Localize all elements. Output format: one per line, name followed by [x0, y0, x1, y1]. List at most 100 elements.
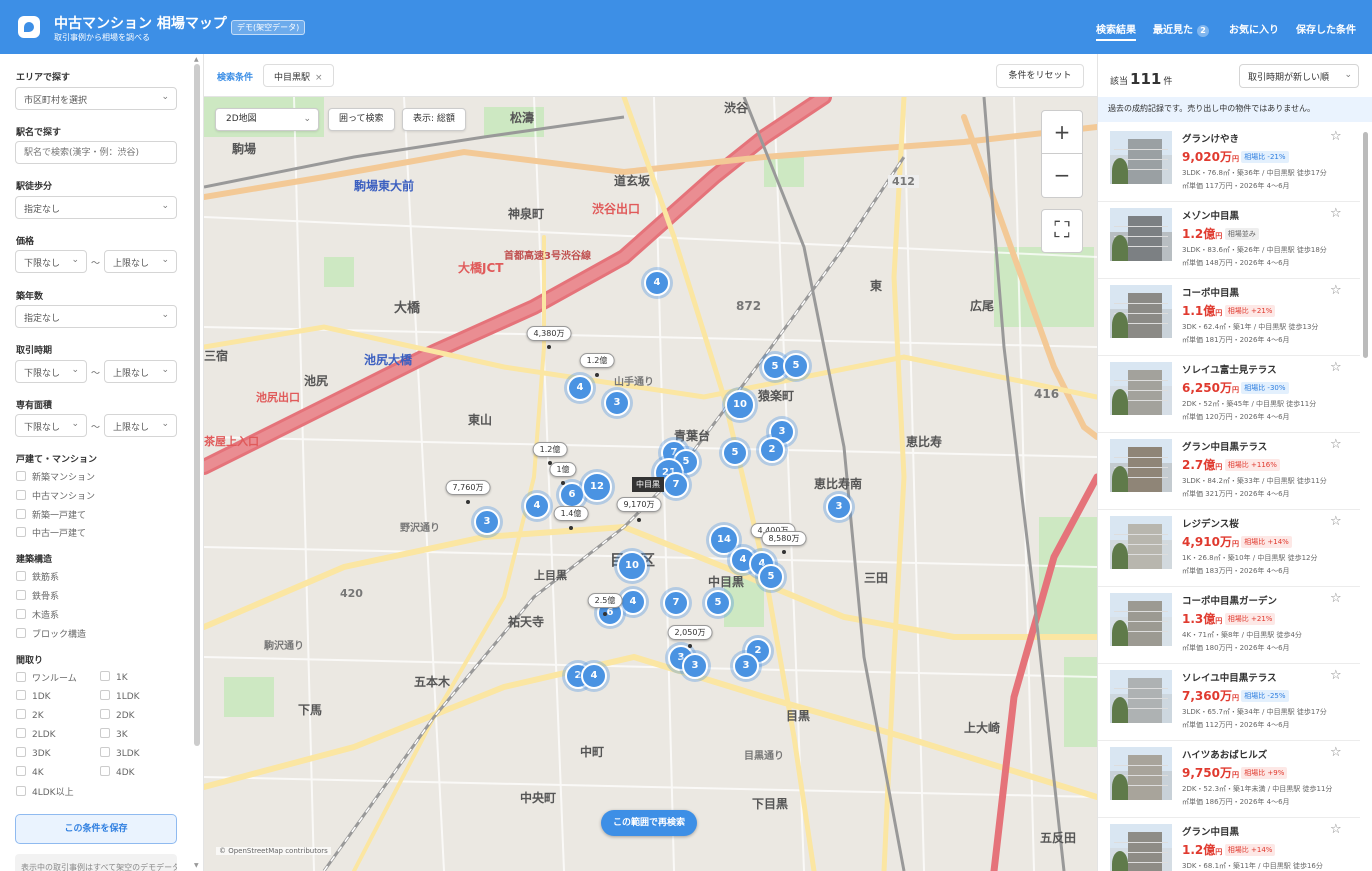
- price-pin[interactable]: 4,380万: [526, 326, 572, 341]
- price-pin[interactable]: 1億: [549, 462, 577, 477]
- property-photo[interactable]: [1110, 208, 1172, 261]
- listing-cluster[interactable]: 4: [620, 589, 646, 615]
- layout-checkbox[interactable]: 1LDK: [100, 690, 140, 702]
- property-name[interactable]: コーポ中目黒: [1182, 285, 1239, 299]
- price-pin[interactable]: 1.2億: [579, 353, 615, 368]
- listing-cluster[interactable]: 7: [663, 472, 689, 498]
- listing-cluster[interactable]: 5: [705, 590, 731, 616]
- layout-checkbox[interactable]: 2LDK: [16, 728, 56, 740]
- result-item[interactable]: ソレイユ中目黒テラス 7,360万円 相場比 -25% 3LDK・65.7㎡・築34年…: [1098, 664, 1360, 741]
- property-photo[interactable]: [1110, 362, 1172, 415]
- property-name[interactable]: グラン中目黒テラス: [1182, 439, 1267, 453]
- type-checkbox[interactable]: 新築一戸建て: [16, 508, 86, 521]
- listing-cluster[interactable]: 3: [474, 509, 500, 535]
- property-name[interactable]: レジデンス桜: [1182, 516, 1239, 530]
- result-item[interactable]: グラン中目黒 1.2億円 相場比 +14% 3DK・68.1㎡・築11年 / 中目黒駅…: [1098, 818, 1360, 871]
- layout-checkbox[interactable]: 2K: [16, 709, 44, 721]
- property-name[interactable]: ソレイユ中目黒テラス: [1182, 670, 1277, 684]
- fullscreen-icon[interactable]: ⛶: [1041, 209, 1083, 253]
- property-photo[interactable]: [1110, 670, 1172, 723]
- nav-search-results[interactable]: 検索結果: [1096, 21, 1136, 41]
- property-photo[interactable]: [1110, 439, 1172, 492]
- result-item[interactable]: グラン中目黒テラス 2.7億円 相場比 +116% 3LDK・84.2㎡・築33年 /…: [1098, 433, 1360, 510]
- property-name[interactable]: コーポ中目黒ガーデン: [1182, 593, 1277, 607]
- result-item[interactable]: ハイツあおばヒルズ 9,750万円 相場比 +9% 2DK・52.3㎡・築1年未満 /…: [1098, 741, 1360, 818]
- favorite-star-icon[interactable]: ☆: [1330, 360, 1342, 375]
- layout-checkbox[interactable]: 3LDK: [100, 747, 140, 759]
- layout-checkbox[interactable]: 3DK: [16, 747, 51, 759]
- walk-select[interactable]: 指定なし ⌄: [15, 196, 177, 219]
- property-photo[interactable]: [1110, 131, 1172, 184]
- nav-recently-viewed[interactable]: 最近見た 2: [1153, 21, 1209, 37]
- nav-saved-conditions[interactable]: 保存した条件: [1296, 21, 1356, 36]
- layout-checkbox[interactable]: 4DK: [100, 766, 135, 778]
- listing-cluster[interactable]: 10: [725, 390, 755, 420]
- price-pin[interactable]: 2,050万: [667, 625, 713, 640]
- favorite-star-icon[interactable]: ☆: [1330, 129, 1342, 144]
- property-name[interactable]: メゾン中目黒: [1182, 208, 1239, 222]
- layout-checkbox[interactable]: 1DK: [16, 690, 51, 702]
- price-pin[interactable]: 1.4億: [553, 506, 589, 521]
- listing-cluster[interactable]: 2: [759, 437, 785, 463]
- price-pin[interactable]: 1.2億: [532, 442, 568, 457]
- favorite-star-icon[interactable]: ☆: [1330, 514, 1342, 529]
- favorite-star-icon[interactable]: ☆: [1330, 437, 1342, 452]
- listing-cluster[interactable]: 3: [826, 494, 852, 520]
- listing-cluster[interactable]: 4: [644, 270, 670, 296]
- layout-checkbox[interactable]: 1K: [100, 671, 128, 683]
- nav-favorites[interactable]: お気に入り: [1229, 21, 1279, 36]
- listing-cluster[interactable]: 5: [722, 440, 748, 466]
- listing-cluster[interactable]: 12: [582, 472, 612, 502]
- area-size-max-select[interactable]: 上限なし ⌄: [104, 414, 177, 437]
- result-item[interactable]: メゾン中目黒 1.2億円 相場並み 3LDK・83.6㎡・築26年 / 中目黒駅 徒歩…: [1098, 202, 1360, 279]
- result-item[interactable]: コーポ中目黒ガーデン 1.3億円 相場比 +21% 4K・71㎡・築8年 / 中目黒駅…: [1098, 587, 1360, 664]
- reset-conditions-button[interactable]: 条件をリセット: [996, 64, 1084, 88]
- map-attribution[interactable]: © OpenStreetMap contributors: [216, 847, 331, 855]
- layout-checkbox[interactable]: 4K: [16, 766, 44, 778]
- favorite-star-icon[interactable]: ☆: [1330, 745, 1342, 760]
- type-checkbox[interactable]: 中古一戸建て: [16, 526, 86, 539]
- structure-checkbox[interactable]: 木造系: [16, 608, 59, 621]
- listing-cluster[interactable]: 4: [581, 663, 607, 689]
- scroll-up-icon[interactable]: ▲: [194, 56, 199, 63]
- listing-cluster[interactable]: 4: [567, 375, 593, 401]
- listing-cluster[interactable]: 3: [682, 653, 708, 679]
- favorite-star-icon[interactable]: ☆: [1330, 283, 1342, 298]
- property-name[interactable]: グラン中目黒: [1182, 824, 1239, 838]
- property-photo[interactable]: [1110, 516, 1172, 569]
- property-name[interactable]: ソレイユ富士見テラス: [1182, 362, 1277, 376]
- result-item[interactable]: グランけやき 9,020万円 相場比 -21% 3LDK・76.8㎡・築36年 / 中…: [1098, 125, 1360, 202]
- station-search-input[interactable]: [15, 141, 177, 164]
- close-icon[interactable]: ×: [315, 73, 323, 83]
- age-select[interactable]: 指定なし ⌄: [15, 305, 177, 328]
- listing-cluster[interactable]: 4: [524, 493, 550, 519]
- listing-cluster[interactable]: 10: [617, 551, 647, 581]
- area-select[interactable]: 市区町村を選択 ⌄: [15, 87, 177, 110]
- sort-select[interactable]: 取引時期が新しい順 ⌄: [1239, 64, 1359, 88]
- enclose-search-button[interactable]: 囲って検索: [328, 108, 395, 131]
- property-name[interactable]: ハイツあおばヒルズ: [1182, 747, 1267, 761]
- property-name[interactable]: グランけやき: [1182, 131, 1239, 145]
- map-view[interactable]: 松濤 渋谷 駒場 駒場東大前 神泉町 道玄坂 渋谷出口 大橋JCT 大橋 872…: [204, 97, 1097, 871]
- result-item[interactable]: レジデンス桜 4,910万円 相場比 +14% 1K・26.8㎡・築10年 / 中目黒…: [1098, 510, 1360, 587]
- period-max-select[interactable]: 上限なし ⌄: [104, 360, 177, 383]
- price-pin[interactable]: 9,170万: [616, 497, 662, 512]
- rescan-area-button[interactable]: この範囲で再検索: [601, 810, 698, 836]
- property-photo[interactable]: [1110, 593, 1172, 646]
- price-pin[interactable]: 8,580万: [761, 531, 807, 546]
- structure-checkbox[interactable]: 鉄筋系: [16, 570, 59, 583]
- type-checkbox[interactable]: 中古マンション: [16, 489, 95, 502]
- zoom-out-button[interactable]: −: [1041, 154, 1083, 198]
- price-max-select[interactable]: 上限なし ⌄: [104, 250, 177, 273]
- property-photo[interactable]: [1110, 285, 1172, 338]
- favorite-star-icon[interactable]: ☆: [1330, 206, 1342, 221]
- listing-cluster[interactable]: 5: [783, 353, 809, 379]
- save-conditions-button[interactable]: この条件を保存: [15, 814, 177, 844]
- property-photo[interactable]: [1110, 747, 1172, 800]
- listing-cluster[interactable]: 5: [758, 564, 784, 590]
- layout-checkbox[interactable]: 3K: [100, 728, 128, 740]
- results-scrollbar[interactable]: [1363, 132, 1368, 358]
- structure-checkbox[interactable]: ブロック構造: [16, 627, 86, 640]
- favorite-star-icon[interactable]: ☆: [1330, 668, 1342, 683]
- result-item[interactable]: ソレイユ富士見テラス 6,250万円 相場比 -30% 2DK・52㎡・築45年 / …: [1098, 356, 1360, 433]
